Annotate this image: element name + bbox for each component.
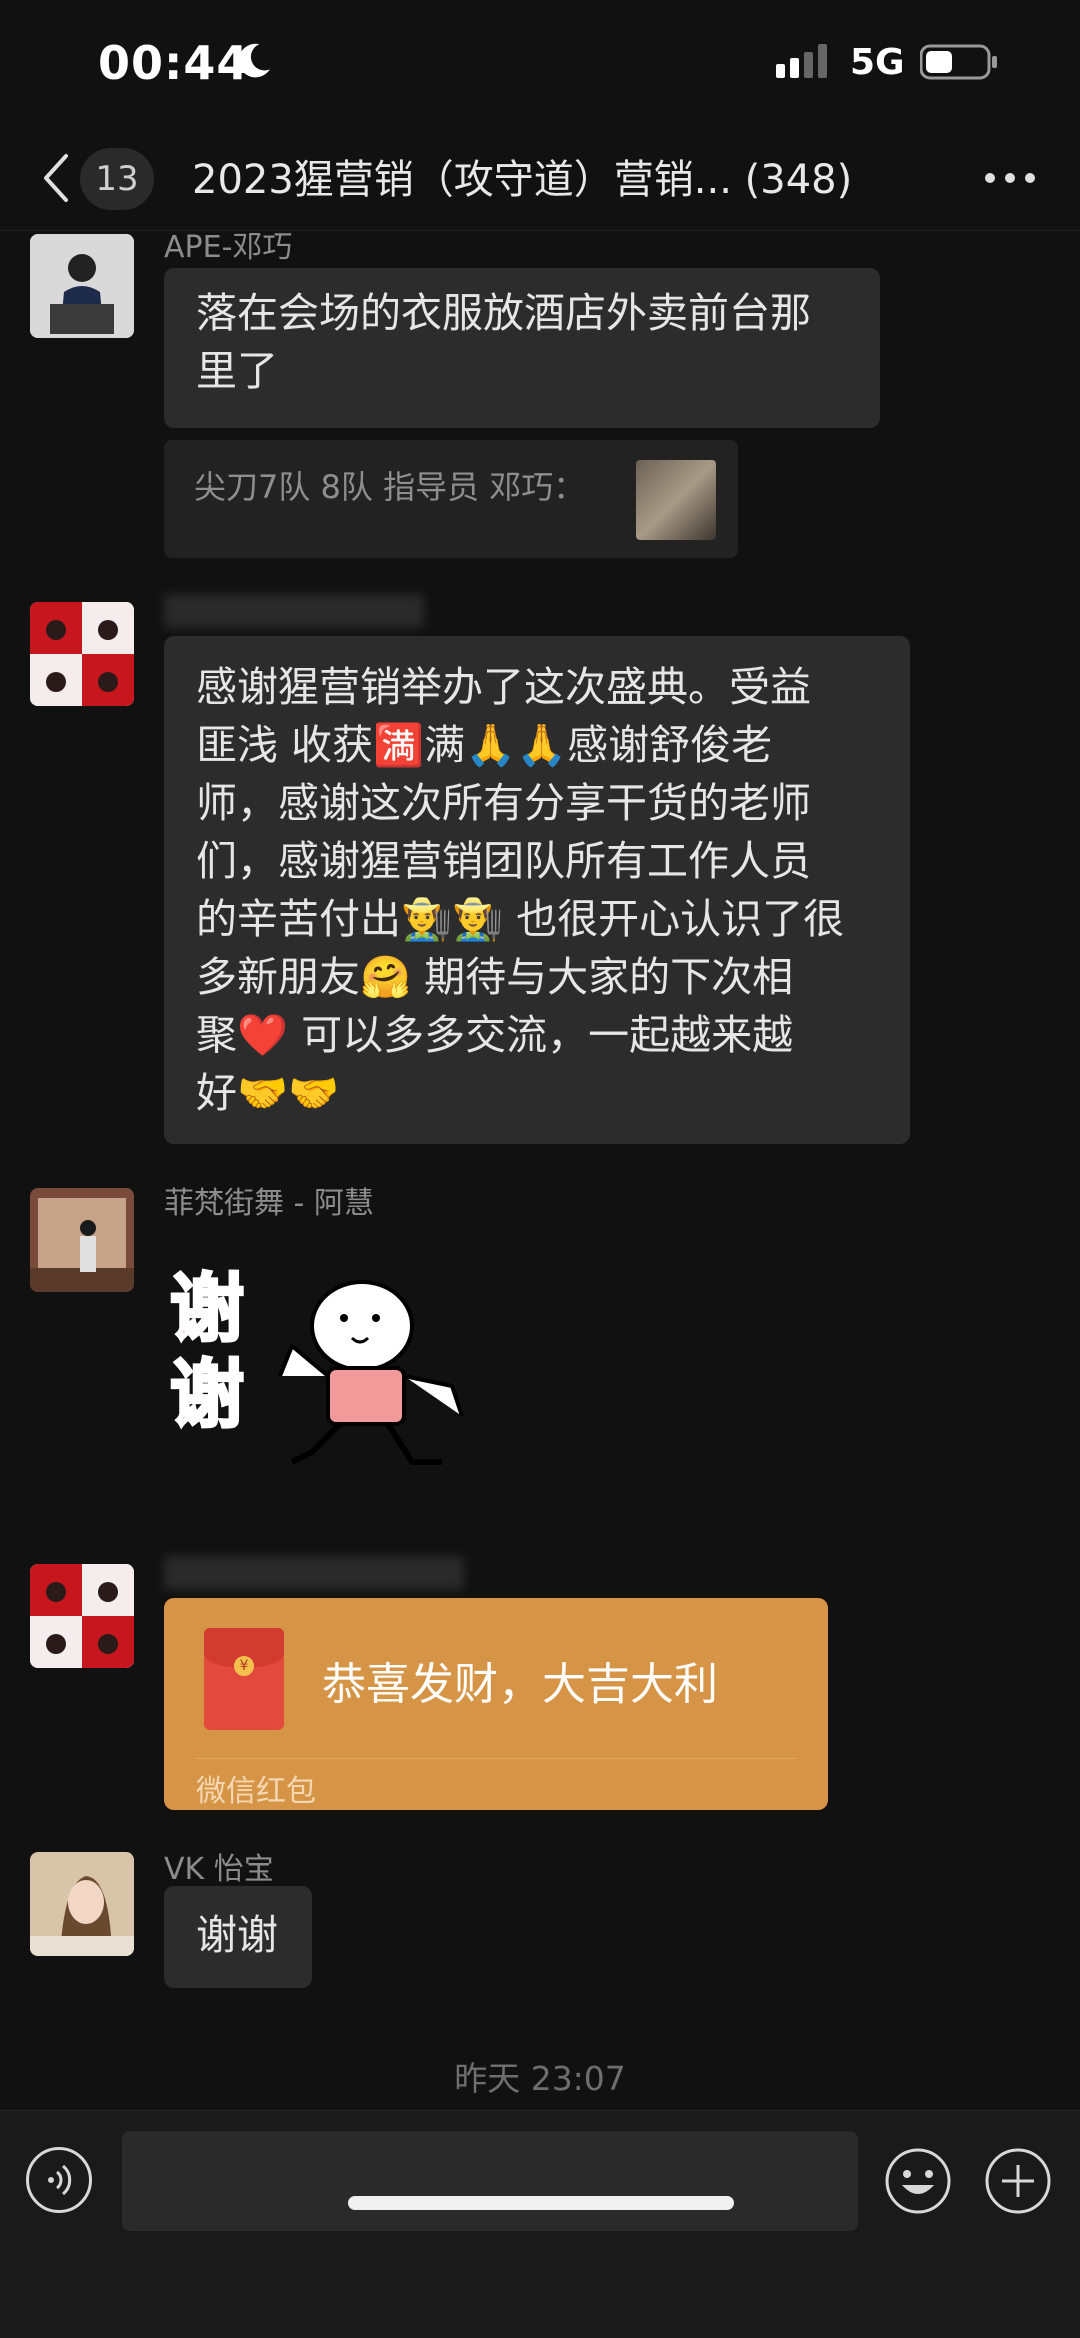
unread-count-badge[interactable]: 13 bbox=[80, 148, 154, 210]
message-line: 聚❤️ 可以多多交流，一起越来越 bbox=[196, 1011, 794, 1059]
message-line: 感谢猩营销举办了这次盛典。受益 bbox=[196, 663, 811, 711]
status-bar: 00:44 5G bbox=[0, 0, 1080, 130]
message-input-bar bbox=[0, 2110, 1080, 2338]
voice-icon bbox=[48, 2164, 72, 2196]
emoji-button-icon[interactable] bbox=[884, 2147, 952, 2215]
home-indicator[interactable] bbox=[348, 2196, 734, 2210]
status-time: 00:44 bbox=[98, 36, 250, 90]
red-packet-divider bbox=[196, 1758, 796, 1759]
sender-name: APE-邓巧 bbox=[164, 230, 293, 265]
red-packet-label: 微信红包 bbox=[196, 1774, 316, 1809]
message-bubble[interactable]: 落在会场的衣服放酒店外卖前台那里了 bbox=[164, 268, 880, 428]
message-line: 多新朋友🤗 期待与大家的下次相 bbox=[196, 953, 794, 1001]
message-line: 们，感谢猩营销团队所有工作人员 bbox=[196, 837, 811, 885]
message-bubble[interactable]: 谢谢 bbox=[164, 1886, 312, 1988]
back-arrow-icon[interactable] bbox=[38, 150, 74, 206]
chat-title: 2023猩营销（攻守道）营销... (348) bbox=[192, 157, 853, 203]
avatar[interactable] bbox=[30, 1852, 134, 1956]
more-options-icon[interactable] bbox=[980, 156, 1040, 200]
quoted-image-thumbnail[interactable] bbox=[636, 460, 716, 540]
sticker-character-icon bbox=[278, 1280, 464, 1465]
sender-name: VK 怡宝 bbox=[164, 1852, 274, 1887]
message-line: 师，感谢这次所有分享干货的老师 bbox=[196, 779, 811, 827]
network-type: 5G bbox=[850, 42, 905, 83]
red-packet-card[interactable]: ¥ 恭喜发财，大吉大利 微信红包 bbox=[164, 1598, 828, 1810]
sender-name-blurred bbox=[164, 1556, 464, 1590]
quoted-message[interactable]: 尖刀7队 8队 指导员 邓巧： bbox=[164, 440, 738, 558]
sender-name-blurred bbox=[164, 594, 424, 628]
avatar[interactable] bbox=[30, 1564, 134, 1668]
message-timestamp: 昨天 23:07 bbox=[454, 2059, 626, 2098]
message-line: 好🤝🤝 bbox=[196, 1069, 340, 1117]
message-text-input[interactable] bbox=[122, 2131, 858, 2231]
message-bubble[interactable]: 感谢猩营销举办了这次盛典。受益 匪浅 收获🈵满🙏🙏感谢舒俊老 师，感谢这次所有分… bbox=[164, 636, 910, 1144]
red-packet-icon: ¥ bbox=[204, 1628, 284, 1730]
signal-icon bbox=[776, 44, 827, 78]
red-packet-greeting: 恭喜发财，大吉大利 bbox=[322, 1659, 718, 1710]
sticker-message[interactable]: 谢谢 bbox=[164, 1256, 484, 1476]
avatar[interactable] bbox=[30, 234, 134, 338]
voice-input-button[interactable] bbox=[26, 2147, 92, 2213]
avatar[interactable] bbox=[30, 602, 134, 706]
sender-name: 菲梵街舞 - 阿慧 bbox=[164, 1186, 374, 1221]
avatar[interactable] bbox=[30, 1188, 134, 1292]
moon-icon bbox=[238, 43, 270, 78]
sticker-text: 谢谢 bbox=[169, 1265, 246, 1440]
chat-header: 13 2023猩营销（攻守道）营销... (348) bbox=[0, 130, 1080, 231]
more-actions-plus-icon[interactable] bbox=[984, 2147, 1052, 2215]
quoted-text: 尖刀7队 8队 指导员 邓巧： bbox=[194, 468, 586, 506]
message-line: 匪浅 收获🈵满🙏🙏感谢舒俊老 bbox=[196, 721, 773, 769]
battery-icon bbox=[920, 44, 997, 80]
message-line: 的辛苦付出👨‍🌾👨‍🌾 也很开心认识了很 bbox=[196, 895, 845, 943]
